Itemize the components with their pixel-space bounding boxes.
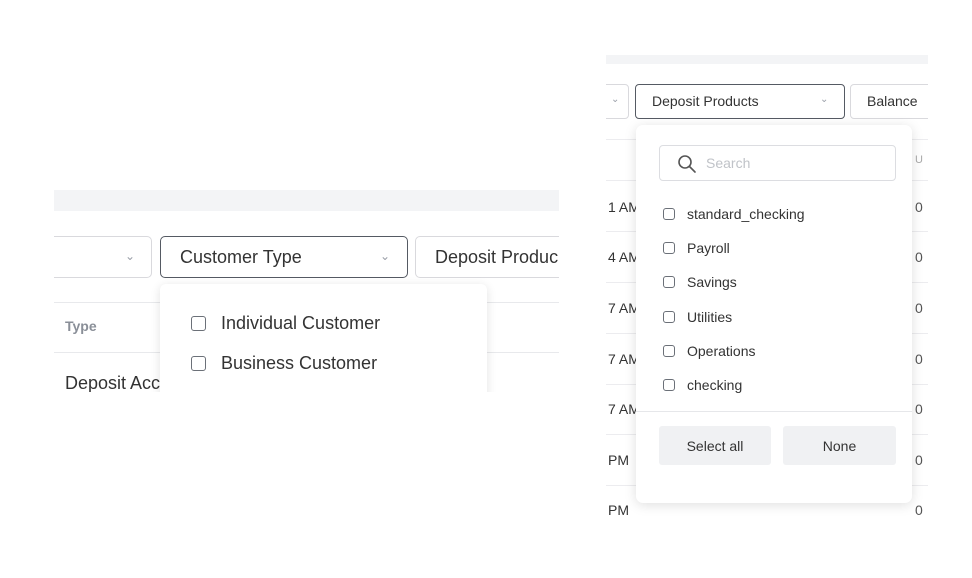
table-cell-time: PM — [608, 502, 629, 518]
select-none-button[interactable]: None — [783, 426, 896, 465]
customer-type-dropdown[interactable]: Customer Type ⌄ — [160, 236, 408, 278]
chevron-down-icon: ⌄ — [611, 94, 620, 105]
option-label: Operations — [687, 343, 756, 359]
deposit-products-dropdown[interactable]: Deposit Produc — [415, 236, 559, 278]
table-cell-value: 0 — [915, 199, 923, 215]
balance-dropdown[interactable]: Balance — [850, 84, 928, 119]
table-cell-value: 0 — [915, 502, 923, 518]
chevron-down-icon: ⌄ — [380, 249, 391, 263]
deposit-products-dropdown[interactable]: Deposit Products ⌄ — [635, 84, 845, 119]
table-toolbar-strip — [54, 190, 559, 211]
option-individual-customer[interactable]: Individual Customer — [191, 313, 380, 334]
table-cell-time: PM — [608, 452, 629, 468]
search-input[interactable] — [706, 153, 876, 173]
option-payroll[interactable]: Payroll — [663, 240, 730, 256]
chevron-down-icon: ⌄ — [820, 94, 829, 105]
balance-label: Balance — [867, 93, 918, 109]
option-label: Utilities — [687, 309, 733, 325]
option-label: Savings — [687, 274, 737, 290]
checkbox-unchecked-icon[interactable] — [663, 345, 675, 357]
select-all-button[interactable]: Select all — [659, 426, 771, 465]
deposit-products-label: Deposit Produc — [435, 247, 559, 267]
table-cell-value: 0 — [915, 300, 923, 316]
table-cell-value: 0 — [915, 351, 923, 367]
column-header-type: Type — [65, 318, 97, 334]
checkbox-unchecked-icon[interactable] — [663, 242, 675, 254]
menu-divider — [636, 411, 912, 412]
checkbox-unchecked-icon[interactable] — [663, 276, 675, 288]
option-checking[interactable]: checking — [663, 377, 742, 393]
column-header-partial: U — [915, 154, 923, 166]
option-savings[interactable]: Savings — [663, 274, 737, 290]
checkbox-unchecked-icon[interactable] — [663, 311, 675, 323]
table-cell-value: 0 — [915, 249, 923, 265]
table-cell-value: 0 — [915, 401, 923, 417]
search-icon — [678, 155, 696, 173]
option-standard-checking[interactable]: standard_checking — [663, 206, 805, 222]
previous-filter-dropdown[interactable]: ⌄ — [606, 84, 629, 119]
checkbox-unchecked-icon[interactable] — [191, 356, 206, 371]
search-box[interactable] — [659, 145, 896, 181]
option-label: checking — [687, 377, 743, 393]
table-cell-type: Deposit Acc — [65, 373, 161, 392]
checkbox-unchecked-icon[interactable] — [663, 379, 675, 391]
checkbox-unchecked-icon[interactable] — [191, 316, 206, 331]
previous-filter-dropdown[interactable]: ⌄ — [54, 236, 152, 278]
customer-type-menu: Individual Customer Business Customer — [160, 284, 487, 392]
deposit-products-filter-panel: ⌄ Deposit Products ⌄ Balance U 1 AM 0 4 … — [606, 55, 928, 527]
option-utilities[interactable]: Utilities — [663, 309, 732, 325]
table-cell-value: 0 — [915, 452, 923, 468]
customer-type-label: Customer Type — [180, 247, 302, 267]
deposit-products-menu: standard_checking Payroll Savings Utilit… — [636, 125, 912, 503]
checkbox-unchecked-icon[interactable] — [663, 208, 675, 220]
option-business-customer[interactable]: Business Customer — [191, 353, 377, 374]
option-label: Payroll — [687, 240, 730, 256]
option-label: standard_checking — [687, 206, 805, 222]
table-toolbar-strip — [606, 55, 928, 64]
option-operations[interactable]: Operations — [663, 343, 755, 359]
chevron-down-icon: ⌄ — [125, 249, 136, 263]
option-label: Individual Customer — [221, 313, 381, 333]
option-label: Business Customer — [221, 353, 378, 373]
deposit-products-label: Deposit Products — [652, 93, 759, 109]
customer-type-filter-panel: ⌄ Customer Type ⌄ Deposit Produc Type De… — [54, 190, 559, 392]
